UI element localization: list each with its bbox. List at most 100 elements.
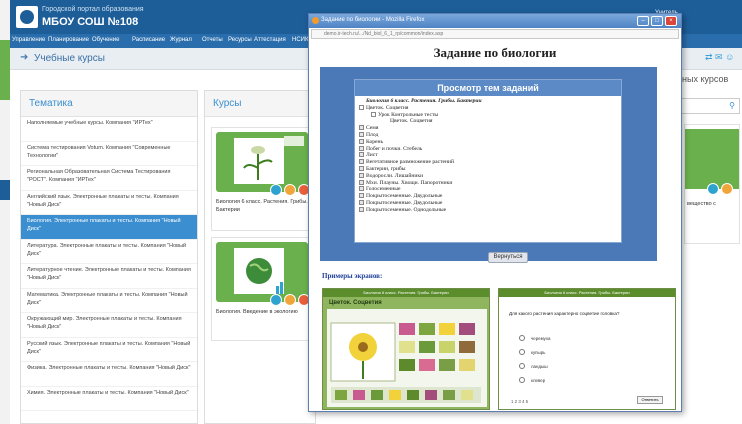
tree-item[interactable]: Корень [359,138,621,146]
back-arrow-icon[interactable]: ➜ [20,52,28,63]
nav-item[interactable]: Аттестация [254,37,286,43]
course-info-icon[interactable] [270,294,282,306]
course-card[interactable]: Биология. Введение в экологию [211,237,313,341]
nav-item[interactable]: Ресурсы [228,37,252,43]
topic-item[interactable]: Биология. Электронные плакаты и тесты. К… [21,215,197,240]
tree-item-label: Водоросли. Лишайники [366,172,424,179]
nav-item[interactable]: Планирование [48,37,89,43]
test-option[interactable]: ландыш [519,363,548,369]
course-title[interactable]: Биология. Введение в экологию [216,308,310,316]
course-info-icon[interactable] [270,184,282,196]
course-title[interactable]: Биология 6 класс. Растения. Грибы. Бакте… [216,198,310,214]
topic-item[interactable]: Физика. Электронные плакаты и тесты. Ком… [21,362,197,387]
background-window-edge [0,40,10,100]
course-edit-icon[interactable] [284,294,296,306]
topic-item[interactable]: Наполняемые учебные курсы. Компания "ИРТ… [21,117,197,142]
tree-item[interactable]: Семя [359,125,621,132]
topic-item[interactable]: Английский язык. Электронные плакаты и т… [21,191,197,215]
topic-item[interactable]: Окружающий мир. Электронные плакаты и те… [21,313,197,338]
expand-icon[interactable] [359,159,364,165]
nav-item[interactable]: Обучение [92,37,119,43]
right-panel: ных курсов ⚲ вещество с [680,70,742,424]
tree-item[interactable]: Водоросли. Лишайники [359,172,621,180]
collapse-icon[interactable] [359,104,364,110]
portal-city: Городской портал образования [42,6,144,13]
search-icon[interactable]: ⚲ [729,101,735,110]
topic-item[interactable]: Литература. Электронные плакаты и тесты.… [21,240,197,264]
maximize-button[interactable]: □ [651,16,663,26]
window-titlebar[interactable]: Задание по биологии - Mozilla Firefox – … [309,14,681,28]
tree-title: Просмотр тем заданий [355,80,621,96]
course-info-icon[interactable] [707,183,719,195]
tree-item-label: Побег и почки. Стебель [366,145,423,152]
search-input[interactable]: ⚲ [680,98,740,114]
expand-icon[interactable] [359,206,364,212]
expand-icon[interactable] [359,179,364,185]
nav-item[interactable]: Расписание [132,37,165,43]
courses-title: Курсы [205,91,315,117]
expand-icon[interactable] [359,131,364,137]
expand-icon[interactable] [359,165,364,171]
tree-item[interactable]: Покрытосеменные. Однодольные [359,206,621,214]
course-title[interactable]: вещество с [687,201,716,207]
tree-item[interactable]: Голосеменные [359,186,621,193]
tree-item-label: Покрытосеменные. Двудольные [366,193,443,200]
test-option[interactable]: клевер [519,377,545,383]
tree-item[interactable]: Покрытосеменные. Двудольные [359,199,621,207]
nav-item[interactable]: Журнал [170,37,192,43]
topic-item[interactable]: Химия. Электронные плакаты и тесты. Комп… [21,387,197,411]
example-screenshot-flower[interactable]: Биология 6 класс. Растения. Грибы. Бакте… [322,288,490,410]
tree-item-label: Цветок. Соцветия [390,118,433,125]
expand-icon[interactable] [359,172,364,178]
window-title: Задание по биологии - Mozilla Firefox [321,17,425,23]
back-button[interactable]: Вернуться [488,252,528,263]
expand-icon[interactable] [359,138,364,144]
tree-item[interactable]: Мхи. Плауны. Хвощи. Папоротники [359,179,621,187]
tree-item[interactable]: Цветок. Соцветия [359,104,621,112]
test-option[interactable]: купырь [519,349,545,355]
address-bar[interactable]: demo.ir-tech.ru/.../Nd_biol_6_1_rp/commo… [311,29,679,39]
expand-icon[interactable] [359,152,364,158]
course-card[interactable]: вещество с [684,124,740,244]
collapse-icon[interactable] [371,111,376,117]
minimize-button[interactable]: – [637,16,649,26]
tree-item[interactable]: Цветок. Соцветия [359,118,621,125]
close-button[interactable]: × [665,16,677,26]
expand-icon[interactable] [359,193,364,199]
topic-item[interactable]: Региональная Образовательная Система Тес… [21,166,197,191]
course-edit-icon[interactable] [284,184,296,196]
tree-item-label: Плод [366,131,379,138]
tree-item[interactable]: Вегетативное размножение растений [359,159,621,166]
example-header: Биология 6 класс. Растения. Грибы. Бакте… [323,289,489,297]
topic-item[interactable]: Система тестирования Votum. Компания "Со… [21,142,197,166]
tree-item[interactable]: Побег и почки. Стебель [359,145,621,153]
example-title: Цветок. Соцветия [329,300,382,306]
tree-item[interactable]: Бактерии, грибы [359,165,621,173]
course-thumbnail [685,129,739,189]
answer-button[interactable]: Ответить [637,396,663,404]
course-card[interactable]: Биология 6 класс. Растения. Грибы. Бакте… [211,127,313,231]
tree-item[interactable]: Урок Контрольные тесты [359,111,621,119]
topic-item[interactable]: Математика. Электронные плакаты и тесты.… [21,289,197,313]
topic-item[interactable]: Литературное чтение. Электронные плакаты… [21,264,197,289]
test-option[interactable]: черемуха [519,335,550,341]
popup-window: Задание по биологии - Mozilla Firefox – … [308,13,682,412]
nav-item[interactable]: Управление [12,37,45,43]
tree-item-label: Лист [366,152,378,159]
test-pager[interactable]: 1 2 3 4 5 [511,399,528,404]
expand-icon[interactable] [359,199,364,205]
tree-item[interactable]: Покрытосеменные. Двудольные [359,193,621,200]
topic-item[interactable]: Русский язык. Электронные плакаты и тест… [21,338,197,362]
toolbar-icons[interactable]: ⇄ ✉ ☺ [705,52,734,63]
expand-icon[interactable] [359,145,364,151]
tree-item-label: Мхи. Плауны. Хвощи. Папоротники [366,179,453,186]
tree-item[interactable]: Плод [359,131,621,139]
course-edit-icon[interactable] [721,183,733,195]
nav-item[interactable]: Отчеты [202,37,223,43]
tree-item[interactable]: Биология 6 класс. Растения. Грибы. Бакте… [359,98,621,105]
example-screenshot-test[interactable]: Биология 6 класс. Растения. Грибы. Бакте… [498,288,676,410]
expand-icon[interactable] [359,186,364,192]
portal-logo[interactable] [16,6,38,28]
example-panel [327,309,487,407]
expand-icon[interactable] [359,125,364,131]
